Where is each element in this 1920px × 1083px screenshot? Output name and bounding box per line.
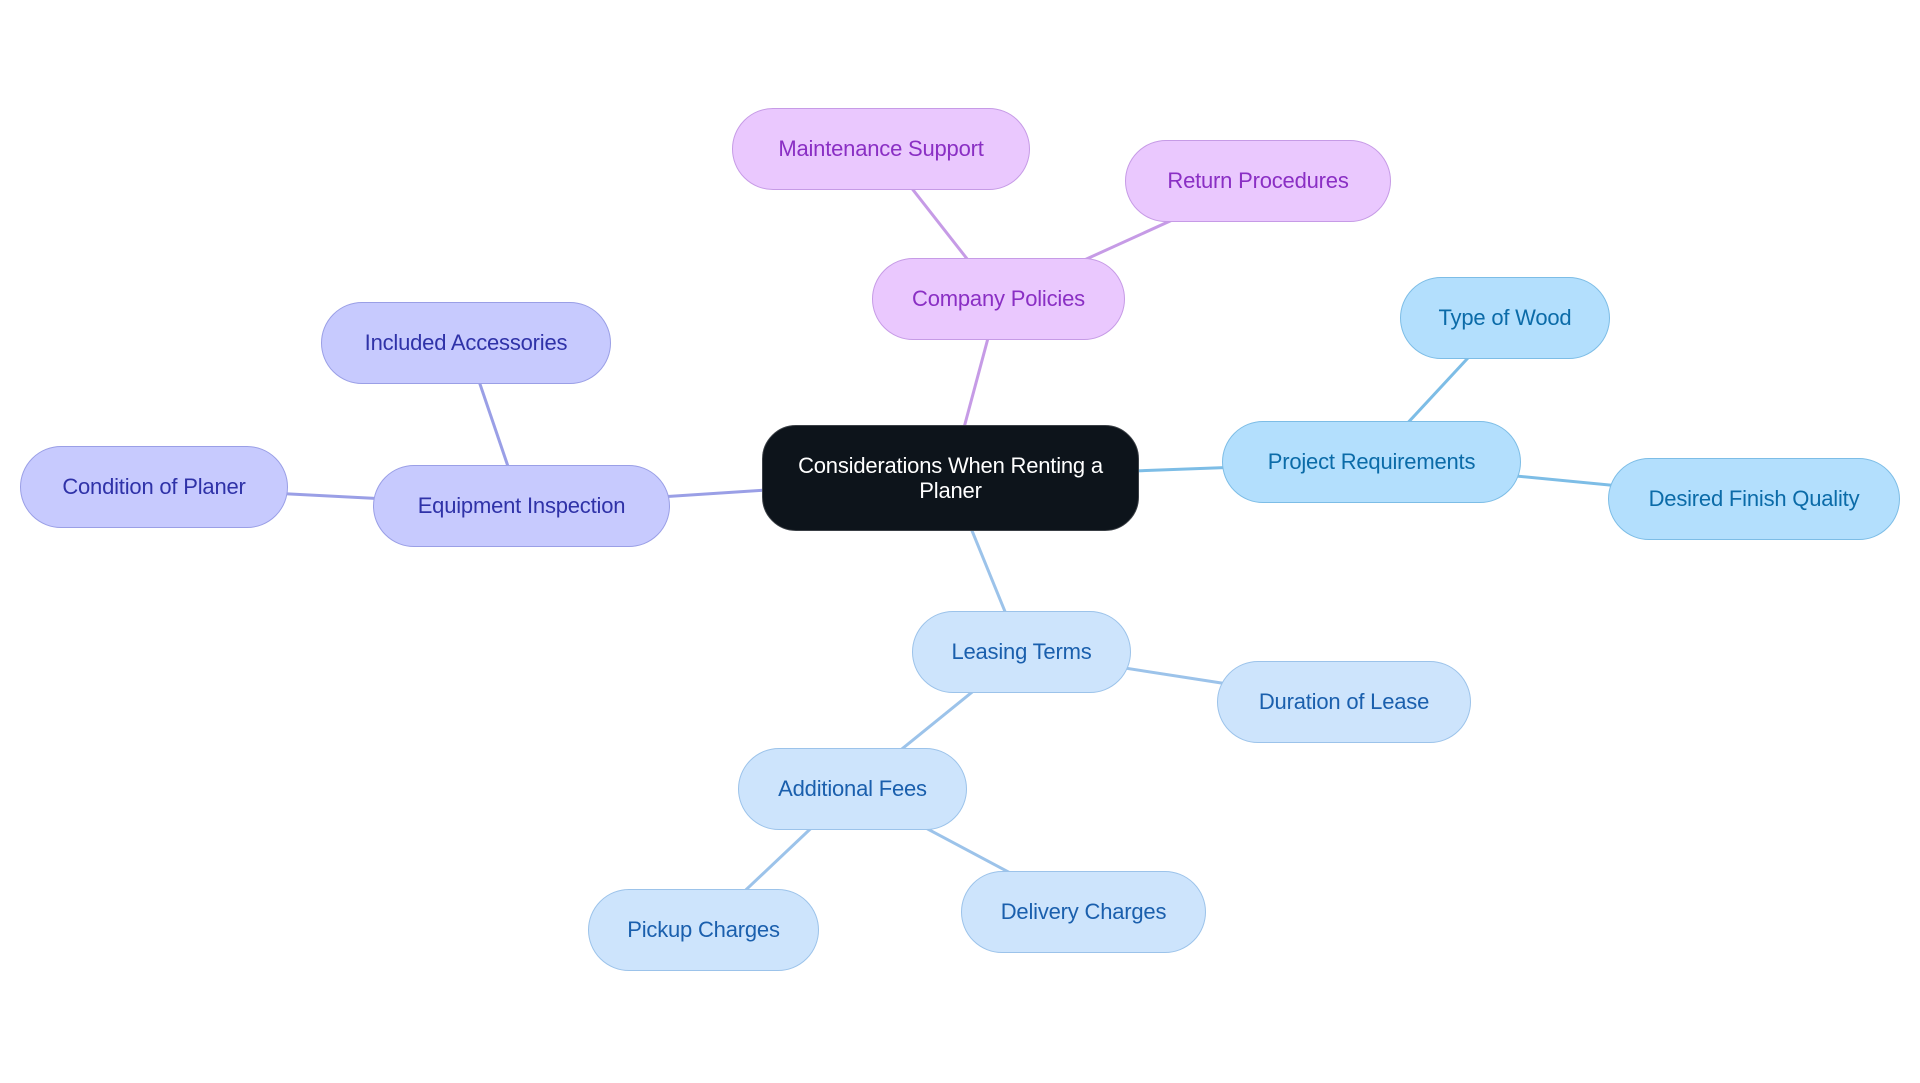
node-delivery-charges[interactable]: Delivery Charges: [961, 871, 1206, 953]
node-duration-of-lease[interactable]: Duration of Lease: [1217, 661, 1471, 743]
mindmap-canvas: Considerations When Renting a Planer Comp…: [0, 0, 1920, 1083]
node-label: Company Policies: [912, 286, 1085, 311]
node-return-procedures[interactable]: Return Procedures: [1125, 140, 1391, 222]
node-project-requirements[interactable]: Project Requirements: [1222, 421, 1521, 503]
node-label: Return Procedures: [1167, 168, 1349, 193]
node-label: Leasing Terms: [951, 639, 1092, 664]
node-root[interactable]: Considerations When Renting a Planer: [762, 425, 1139, 531]
node-label: Project Requirements: [1267, 449, 1476, 474]
node-pickup-charges[interactable]: Pickup Charges: [588, 889, 819, 971]
node-label: Additional Fees: [778, 776, 927, 801]
node-label: Condition of Planer: [62, 474, 246, 499]
node-additional-fees[interactable]: Additional Fees: [738, 748, 967, 830]
node-label: Delivery Charges: [1000, 899, 1167, 924]
node-label: Desired Finish Quality: [1648, 486, 1860, 511]
node-label: Pickup Charges: [627, 917, 780, 942]
node-label: Maintenance Support: [778, 136, 984, 161]
node-label: Equipment Inspection: [417, 493, 626, 518]
node-type-of-wood[interactable]: Type of Wood: [1400, 277, 1610, 359]
node-label: Considerations When Renting a Planer: [798, 453, 1103, 503]
node-label: Duration of Lease: [1258, 689, 1430, 714]
node-condition-of-planer[interactable]: Condition of Planer: [20, 446, 288, 528]
node-label: Included Accessories: [364, 330, 568, 355]
node-desired-finish-quality[interactable]: Desired Finish Quality: [1608, 458, 1900, 540]
node-company-policies[interactable]: Company Policies: [872, 258, 1125, 340]
node-equipment-inspection[interactable]: Equipment Inspection: [373, 465, 670, 547]
node-included-accessories[interactable]: Included Accessories: [321, 302, 611, 384]
node-label: Type of Wood: [1438, 305, 1572, 330]
node-leasing-terms[interactable]: Leasing Terms: [912, 611, 1131, 693]
node-maintenance-support[interactable]: Maintenance Support: [732, 108, 1030, 190]
